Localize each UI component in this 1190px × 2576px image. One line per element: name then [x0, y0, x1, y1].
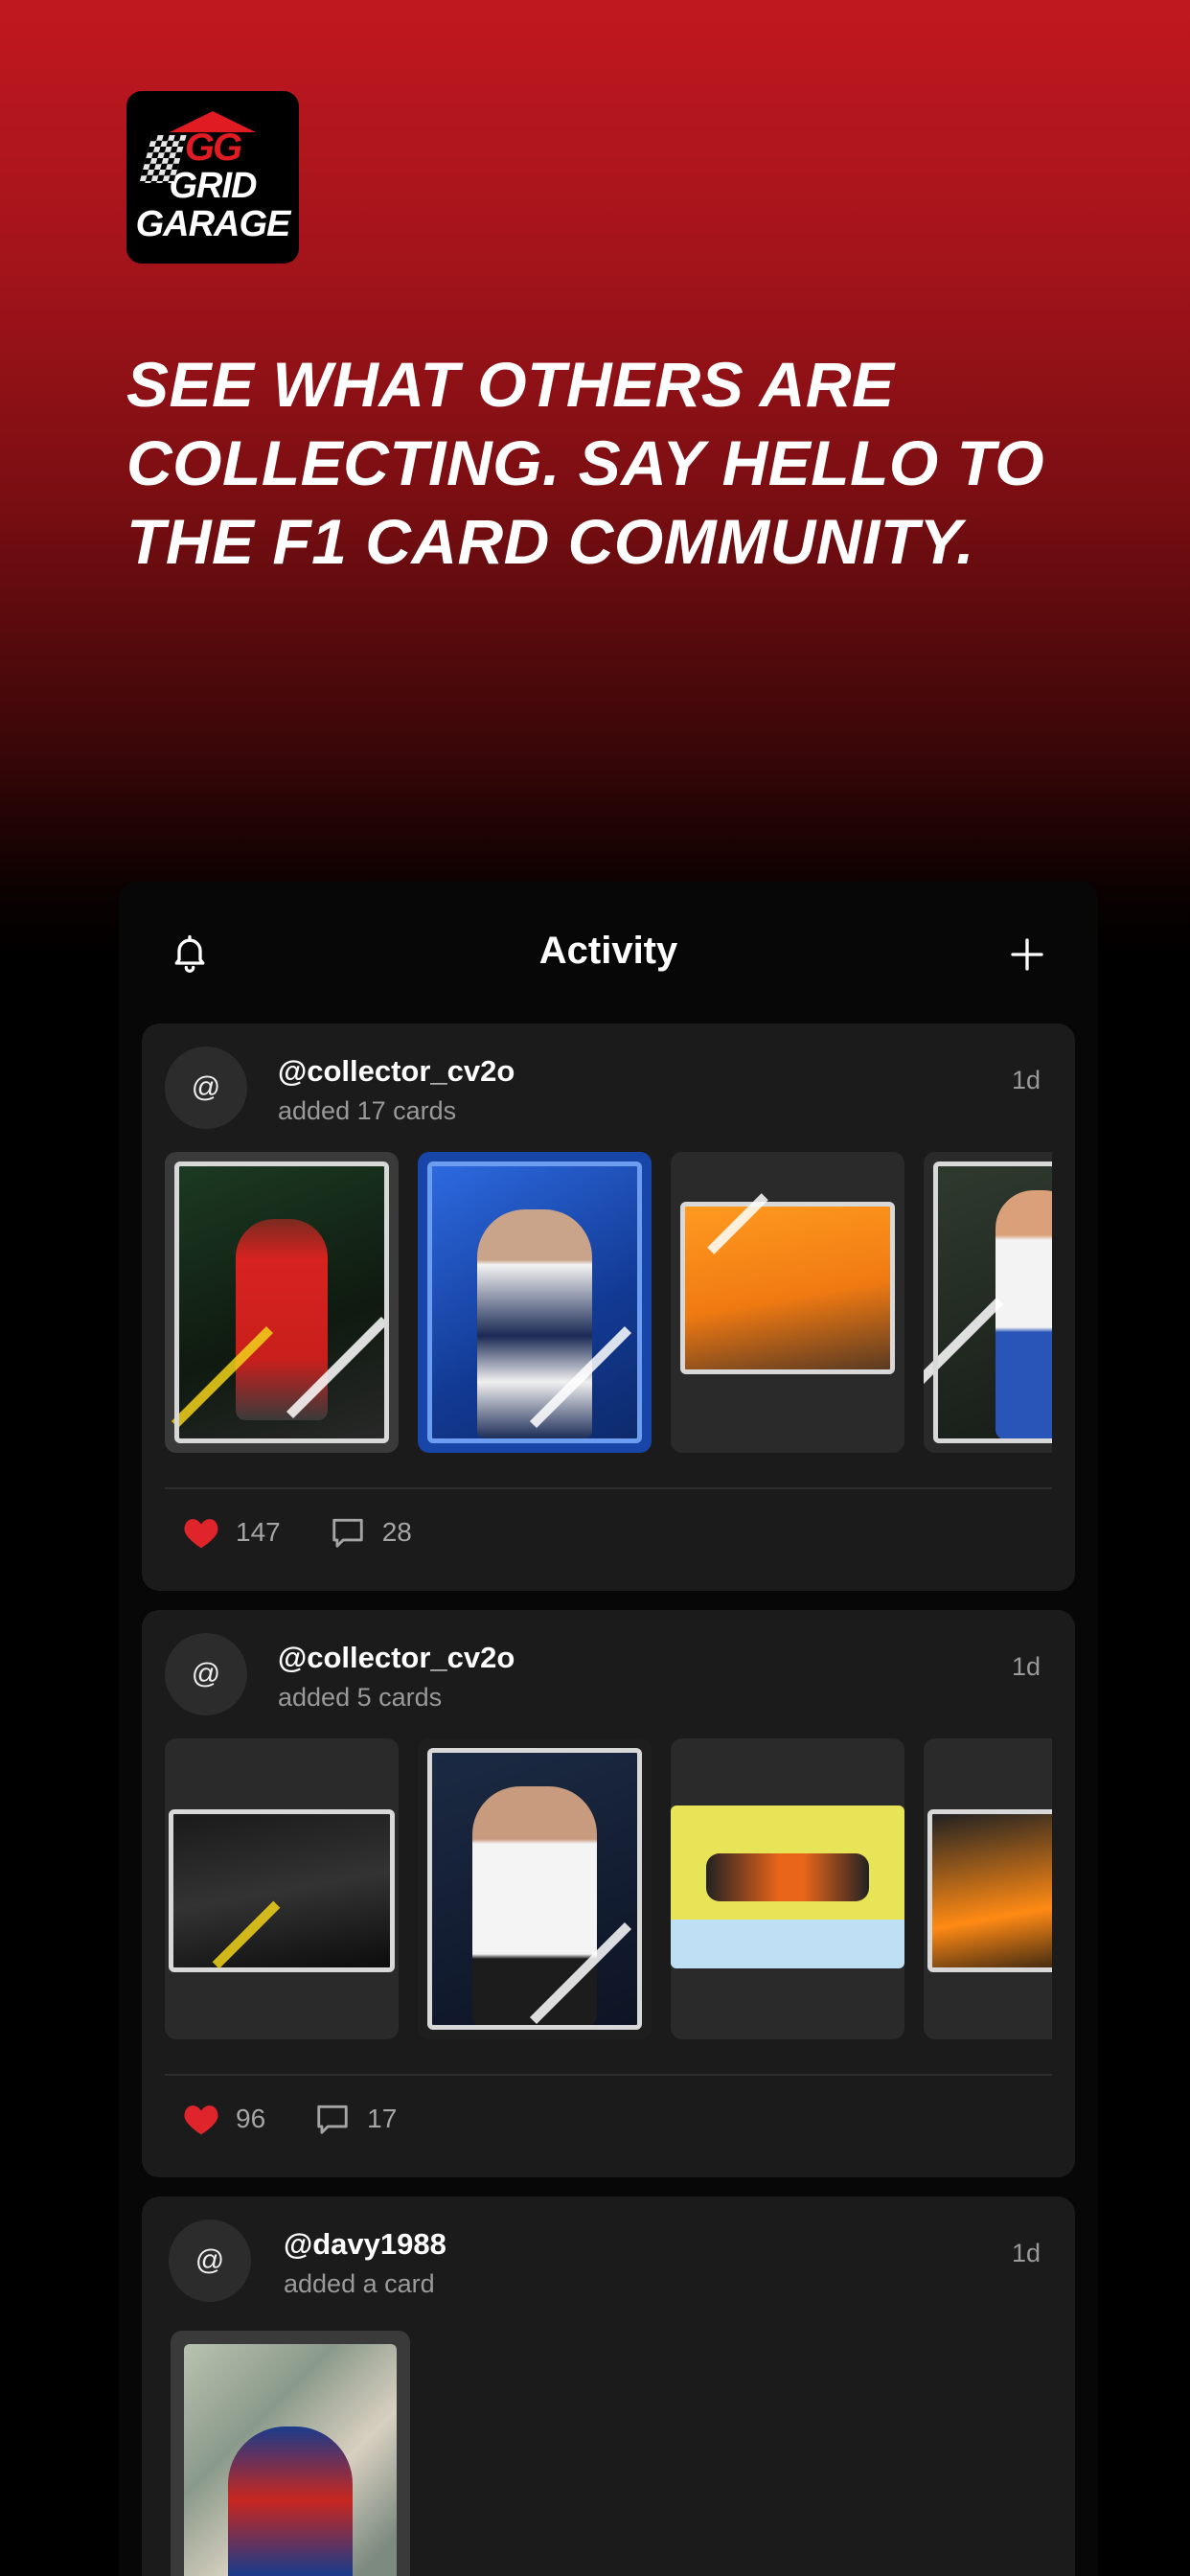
- post-action: added 17 cards: [278, 1096, 457, 1125]
- divider: [165, 1487, 1052, 1489]
- card-carousel[interactable]: [165, 1738, 1052, 2041]
- post-username[interactable]: @davy1988: [284, 2227, 446, 2262]
- like-count: 96: [236, 2104, 266, 2133]
- divider: [165, 2074, 1052, 2076]
- trading-card[interactable]: [671, 1738, 904, 2039]
- trading-card[interactable]: [165, 1738, 399, 2039]
- heart-icon[interactable]: [182, 1515, 220, 1550]
- trading-card[interactable]: [165, 1152, 399, 1453]
- heart-icon[interactable]: [182, 2102, 220, 2136]
- post-time: 1d: [1011, 1652, 1041, 1681]
- card-carousel[interactable]: [165, 2331, 1052, 2576]
- trading-card[interactable]: [671, 1152, 904, 1453]
- comment-count: 17: [367, 2104, 398, 2133]
- trading-card[interactable]: [924, 1738, 1052, 2039]
- avatar[interactable]: @: [165, 1633, 247, 1715]
- comment-count: 28: [381, 1517, 412, 1547]
- headline-line-1: SEE WHAT OTHERS ARE: [126, 349, 895, 420]
- promo-headline: SEE WHAT OTHERS ARE COLLECTING. SAY HELL…: [126, 345, 1085, 581]
- post-action: added a card: [284, 2269, 435, 2298]
- activity-panel: Activity @ @collector_cv2o added 17 card…: [119, 882, 1098, 2576]
- app-logo: GG GRID GARAGE: [126, 91, 299, 264]
- trading-card[interactable]: [171, 2331, 410, 2576]
- post-stats: 147 28: [182, 1514, 460, 1551]
- post-time: 1d: [1011, 1066, 1041, 1094]
- post-username[interactable]: @collector_cv2o: [278, 1054, 515, 1089]
- comment-icon[interactable]: [329, 1514, 367, 1551]
- plus-icon[interactable]: [1008, 935, 1046, 974]
- post-action: added 5 cards: [278, 1683, 443, 1712]
- logo-line-1: GRID: [169, 166, 258, 206]
- avatar[interactable]: @: [169, 2220, 251, 2302]
- trading-card[interactable]: [418, 1738, 652, 2039]
- activity-title: Activity: [538, 930, 678, 972]
- activity-post[interactable]: @ @davy1988 added a card 1d: [142, 2196, 1075, 2576]
- activity-post[interactable]: @ @collector_cv2o added 5 cards 1d 96 17: [142, 1610, 1075, 2177]
- logo-line-2: GARAGE: [135, 204, 291, 244]
- card-carousel[interactable]: [165, 1152, 1052, 1455]
- post-stats: 96 17: [182, 2101, 445, 2137]
- post-username[interactable]: @collector_cv2o: [278, 1641, 515, 1675]
- trading-card[interactable]: [924, 1152, 1052, 1453]
- trading-card[interactable]: [418, 1152, 652, 1453]
- avatar[interactable]: @: [165, 1046, 247, 1129]
- logo-monogram: GG: [184, 126, 242, 169]
- headline-line-2: COLLECTING. SAY HELLO TO: [126, 427, 1045, 498]
- post-time: 1d: [1011, 2239, 1041, 2267]
- activity-header: Activity: [119, 882, 1098, 1024]
- activity-post[interactable]: @ @collector_cv2o added 17 cards 1d 147 …: [142, 1024, 1075, 1591]
- comment-icon[interactable]: [313, 2101, 352, 2137]
- headline-line-3: THE F1 CARD COMMUNITY.: [126, 506, 974, 577]
- like-count: 147: [236, 1517, 281, 1547]
